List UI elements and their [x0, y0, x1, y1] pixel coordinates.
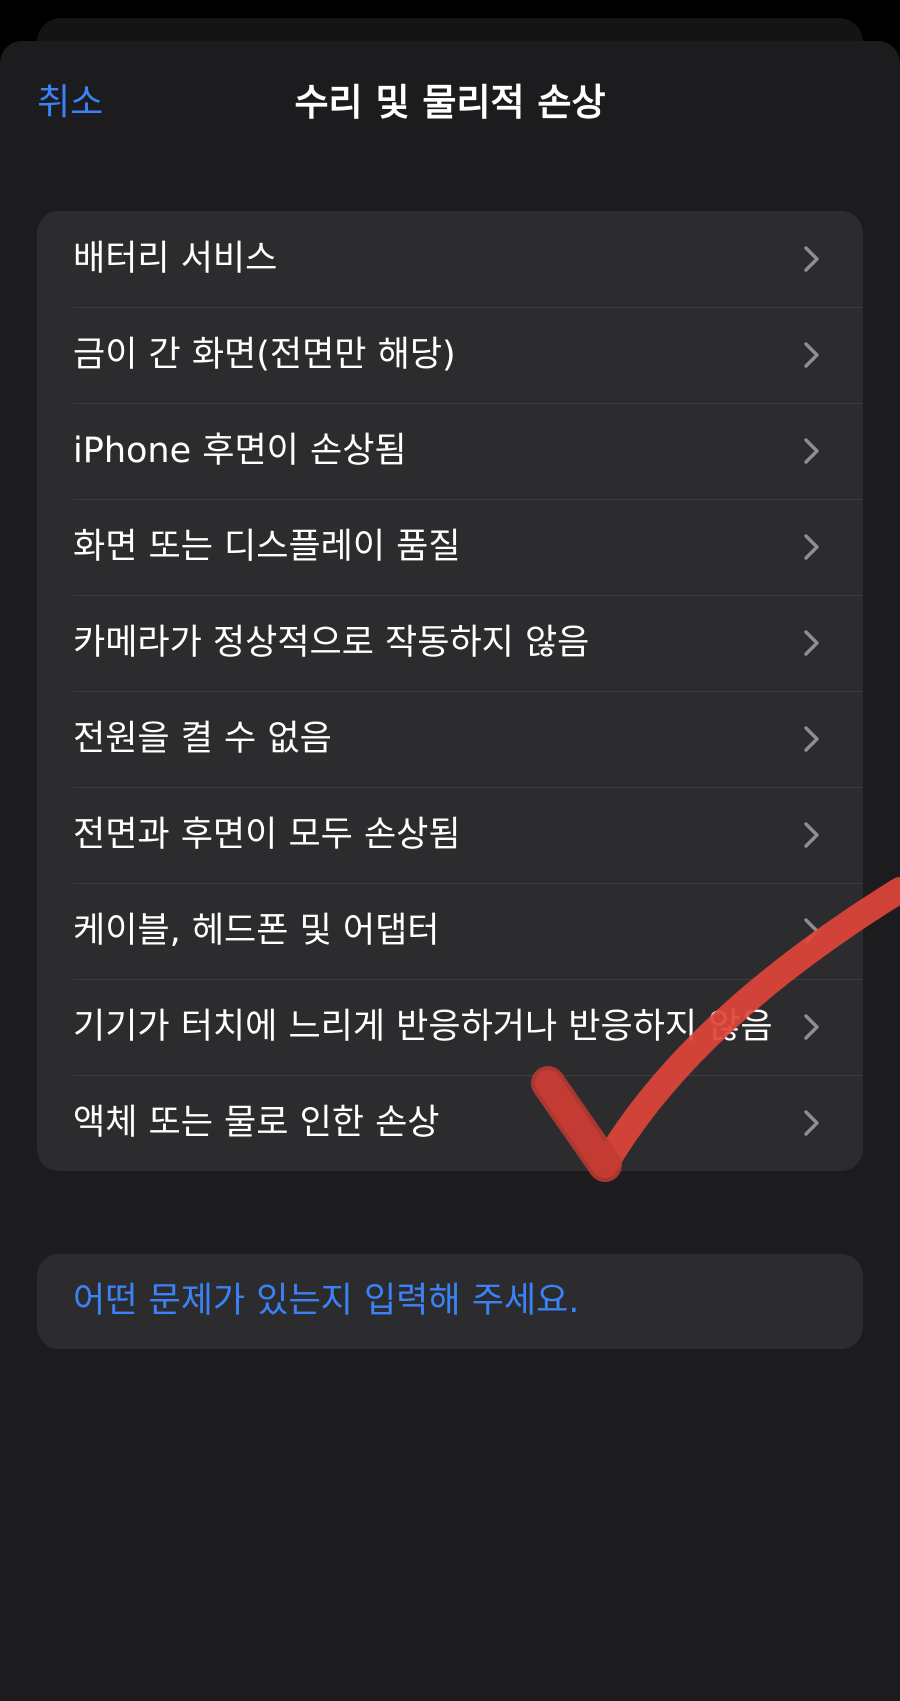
list-item-label: 화면 또는 디스플레이 품질 [73, 527, 461, 567]
list-item-front-back-damaged[interactable]: 전면과 후면이 모두 손상됨 [37, 787, 863, 883]
chevron-right-icon [804, 918, 819, 944]
list-item-label: 케이블, 헤드폰 및 어댑터 [73, 911, 440, 951]
list-item-label: 기기가 터치에 느리게 반응하거나 반응하지 않음 [73, 1007, 773, 1047]
navigation-bar: 취소 수리 및 물리적 손상 [0, 41, 900, 167]
list-item-label: 전면과 후면이 모두 손상됨 [73, 815, 461, 855]
chevron-right-icon [804, 246, 819, 272]
list-item-label: 금이 간 화면(전면만 해당) [73, 335, 456, 375]
list-item-battery-service[interactable]: 배터리 서비스 [37, 211, 863, 307]
screen: 취소 수리 및 물리적 손상 배터리 서비스 금이 간 화면(전면만 해당) i… [0, 0, 900, 1701]
chevron-right-icon [804, 438, 819, 464]
list-item-camera[interactable]: 카메라가 정상적으로 작동하지 않음 [37, 595, 863, 691]
list-item-liquid-damage[interactable]: 액체 또는 물로 인한 손상 [37, 1075, 863, 1171]
chevron-right-icon [804, 1014, 819, 1040]
chevron-right-icon [804, 726, 819, 752]
list-item-label: 전원을 켤 수 없음 [73, 719, 332, 759]
list-item-touch-unresponsive[interactable]: 기기가 터치에 느리게 반응하거나 반응하지 않음 [37, 979, 863, 1075]
issue-description-field[interactable]: 어떤 문제가 있는지 입력해 주세요. [37, 1254, 863, 1349]
list-item-cracked-screen[interactable]: 금이 간 화면(전면만 해당) [37, 307, 863, 403]
list-item-display-quality[interactable]: 화면 또는 디스플레이 품질 [37, 499, 863, 595]
list-item-label: iPhone 후면이 손상됨 [73, 431, 407, 471]
chevron-right-icon [804, 822, 819, 848]
page-title: 수리 및 물리적 손상 [294, 81, 606, 124]
list-item-label: 배터리 서비스 [73, 239, 278, 279]
list-item-back-damaged[interactable]: iPhone 후면이 손상됨 [37, 403, 863, 499]
issue-description-placeholder[interactable]: 어떤 문제가 있는지 입력해 주세요. [73, 1279, 579, 1323]
chevron-right-icon [804, 630, 819, 656]
chevron-right-icon [804, 342, 819, 368]
chevron-right-icon [804, 534, 819, 560]
list-item-label: 액체 또는 물로 인한 손상 [73, 1103, 440, 1143]
list-item-cables-adapters[interactable]: 케이블, 헤드폰 및 어댑터 [37, 883, 863, 979]
list-item-label: 카메라가 정상적으로 작동하지 않음 [73, 623, 590, 663]
list-item-power[interactable]: 전원을 켤 수 없음 [37, 691, 863, 787]
issue-list: 배터리 서비스 금이 간 화면(전면만 해당) iPhone 후면이 손상됨 화… [37, 211, 863, 1171]
chevron-right-icon [804, 1110, 819, 1136]
